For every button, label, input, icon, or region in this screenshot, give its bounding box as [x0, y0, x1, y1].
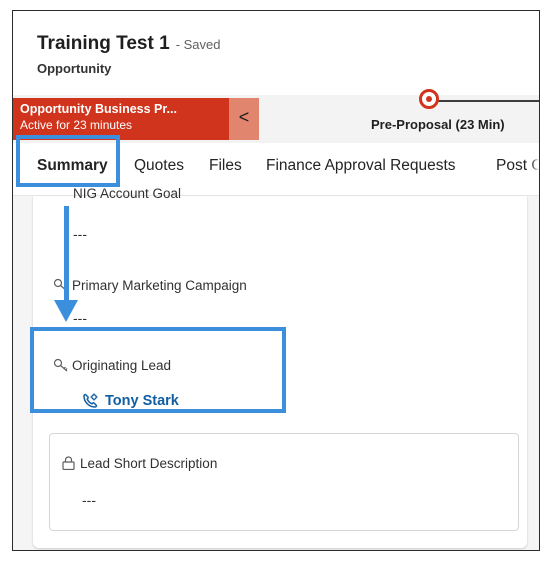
lead-short-description-label-text: Lead Short Description: [80, 456, 218, 471]
primary-campaign-label-text: Primary Marketing Campaign: [72, 278, 247, 293]
field-label-cutoff: NIG Account Goal: [73, 186, 182, 201]
annotation-arrow-head: [54, 300, 78, 322]
lead-short-description-box: Lead Short Description ---: [49, 433, 519, 531]
stage-pre-proposal[interactable]: Pre-Proposal (23 Min): [371, 117, 505, 132]
bpf-track-line: [431, 100, 539, 102]
record-title: Training Test 1: [37, 33, 170, 54]
annotation-arrow-shaft: [64, 206, 69, 306]
tab-finance-approval-requests[interactable]: Finance Approval Requests: [266, 157, 456, 175]
lock-icon: [62, 456, 75, 470]
entity-name: Opportunity: [37, 61, 112, 76]
chevron-left-icon[interactable]: <: [229, 98, 259, 140]
highlight-originating-lead: [30, 327, 286, 413]
tab-files[interactable]: Files: [209, 157, 242, 175]
stage-target-icon[interactable]: [419, 89, 439, 109]
tab-quotes[interactable]: Quotes: [134, 157, 184, 175]
highlight-summary-tab: [16, 135, 120, 187]
record-header: Training Test 1 - Saved Opportunity: [13, 11, 539, 95]
window-frame: Training Test 1 - Saved Opportunity Oppo…: [12, 10, 540, 551]
field-value-cutoff: ---: [73, 226, 87, 242]
field-value-lead-short-description: ---: [82, 492, 96, 508]
bpf-process-name: Opportunity Business Pr...: [20, 102, 177, 116]
bpf-active-time: Active for 23 minutes: [20, 118, 133, 132]
bpf-active-process[interactable]: Opportunity Business Pr... Active for 23…: [13, 98, 229, 140]
field-label-lead-short-description: Lead Short Description: [62, 456, 217, 471]
tab-overflow-fade: [531, 143, 539, 195]
field-label-primary-campaign: Primary Marketing Campaign: [53, 278, 247, 293]
title-line: Training Test 1 - Saved: [37, 33, 221, 55]
save-status: - Saved: [175, 37, 221, 52]
